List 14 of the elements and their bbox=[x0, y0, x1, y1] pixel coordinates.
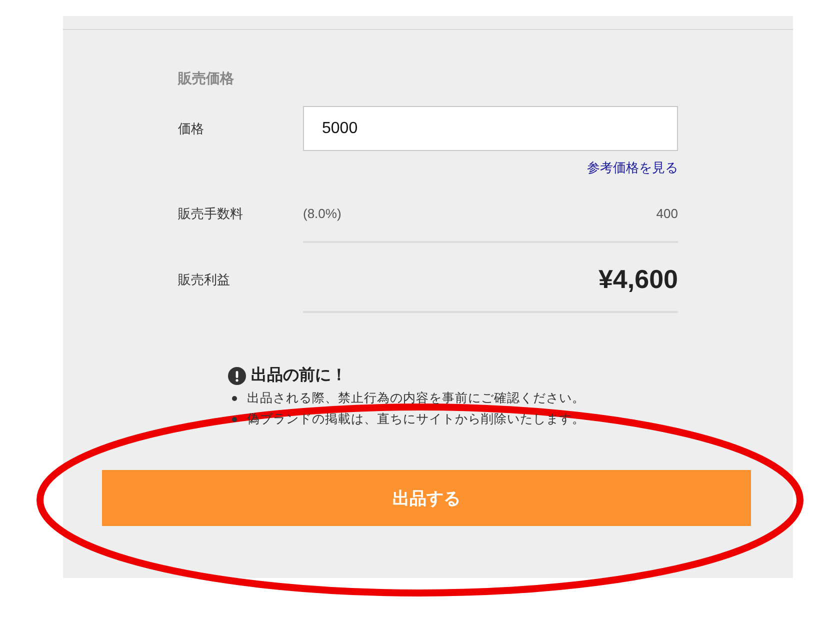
field-label: 販売手数料 bbox=[178, 206, 244, 224]
notice-title: 出品の前に！ bbox=[251, 365, 347, 386]
fee-rate: (8.0%) bbox=[303, 206, 342, 220]
fee-amount: 400 bbox=[656, 206, 678, 220]
price-field[interactable]: 5000 bbox=[303, 106, 678, 151]
section-title: 販売価格 bbox=[178, 70, 235, 88]
notice-text: 出品される際、禁止行為の内容を事前にご確認ください。 bbox=[247, 390, 585, 407]
field-label: 価格 bbox=[178, 120, 205, 138]
profit-amount: ¥4,600 bbox=[598, 264, 678, 294]
reference-price-link[interactable]: 参考価格を見る bbox=[587, 159, 678, 177]
field-label: 販売利益 bbox=[178, 272, 231, 289]
exclamation-icon bbox=[228, 366, 246, 384]
bullet-icon bbox=[232, 396, 237, 401]
bullet-icon bbox=[232, 417, 237, 422]
